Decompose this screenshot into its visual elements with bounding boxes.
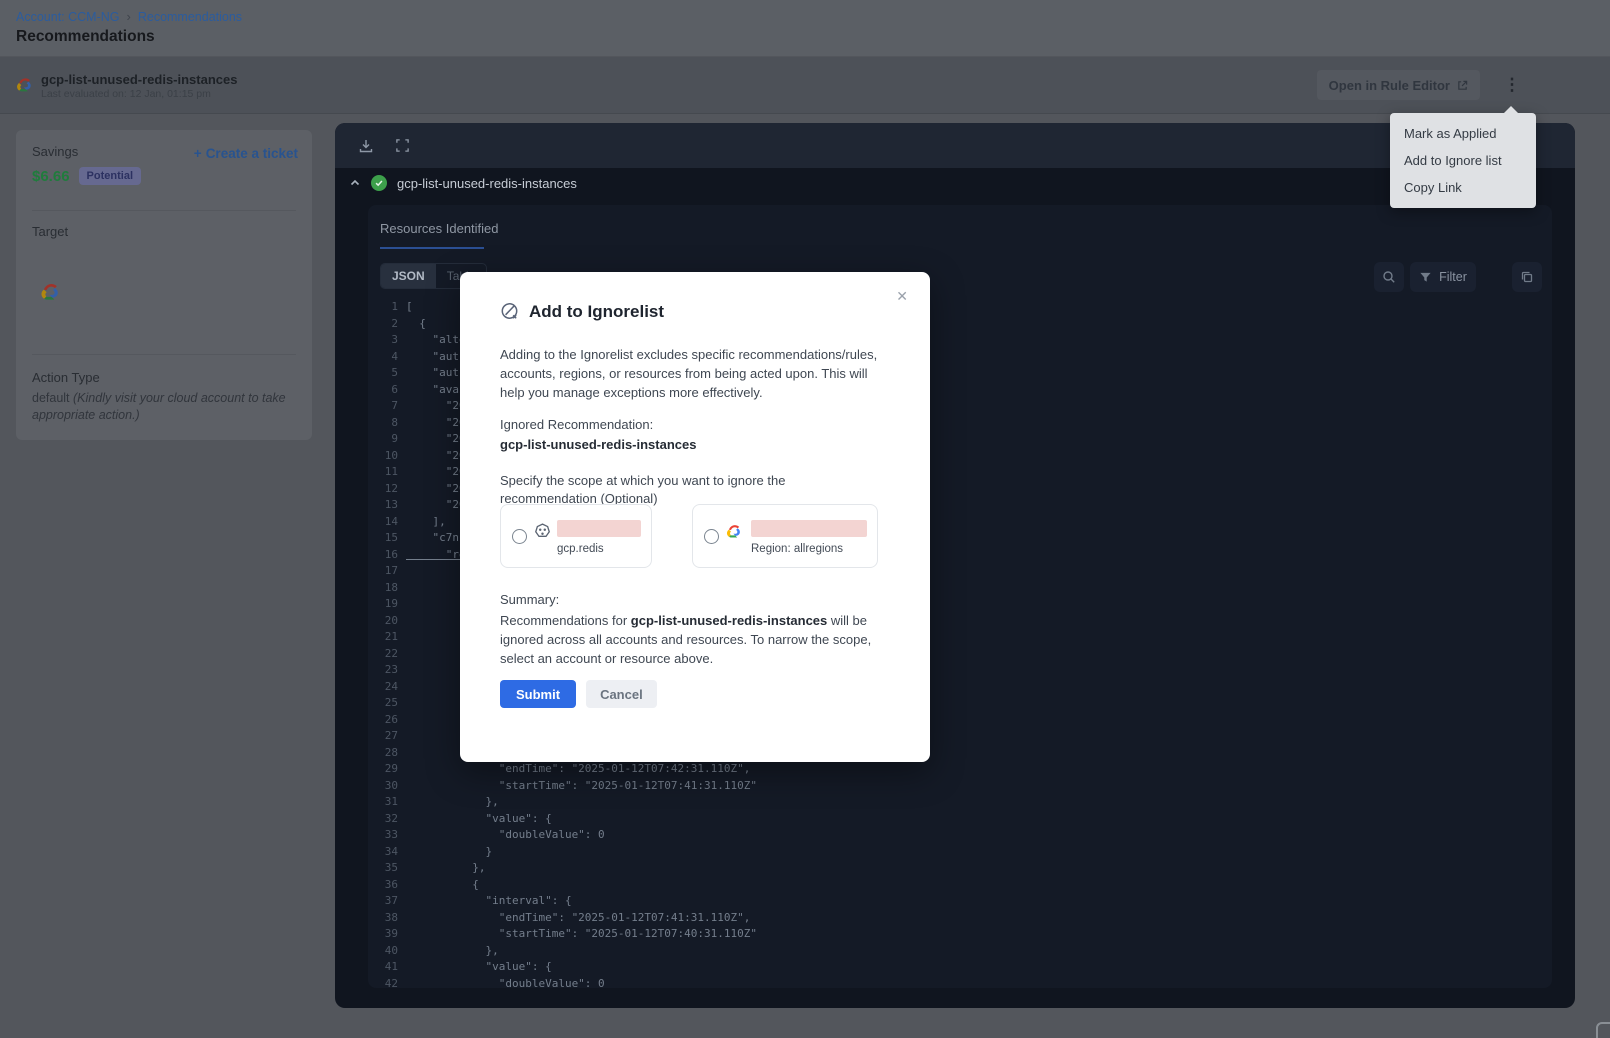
summary-label: Summary: xyxy=(500,592,559,607)
add-to-ignorelist-modal: ✕ Add to Ignorelist Adding to the Ignore… xyxy=(460,272,930,762)
active-tab-underline xyxy=(380,247,484,249)
scope-label: Specify the scope at which you want to i… xyxy=(500,472,882,507)
code-line: 31 }, xyxy=(368,794,1552,811)
recommendation-summary-card: Savings +Create a ticket $6.66 Potential… xyxy=(16,130,312,440)
code-line: 41 "value": { xyxy=(368,959,1552,976)
code-line: 35 }, xyxy=(368,860,1552,877)
gcp-cloud-icon xyxy=(15,75,35,95)
edge-partial-icon xyxy=(1596,1022,1610,1038)
ignore-icon xyxy=(500,302,520,322)
modal-description: Adding to the Ignorelist excludes specif… xyxy=(500,345,892,402)
cancel-button[interactable]: Cancel xyxy=(586,680,657,708)
scope-option-label: gcp.redis xyxy=(557,543,604,555)
breadcrumb-recommendations-link[interactable]: Recommendations xyxy=(138,10,242,24)
code-line: 29 "endTime": "2025-01-12T07:42:31.110Z"… xyxy=(368,761,1552,778)
panel-toolbar xyxy=(335,123,1575,168)
menu-item-copy-link[interactable]: Copy Link xyxy=(1390,174,1536,201)
ignored-recommendation-value: gcp-list-unused-redis-instances xyxy=(500,437,696,452)
gcp-cloud-icon xyxy=(39,280,63,304)
action-type-label: Action Type xyxy=(32,370,100,385)
page-title: Recommendations xyxy=(16,28,155,46)
resource-nodes-icon xyxy=(533,522,552,541)
context-menu: Mark as Applied Add to Ignore list Copy … xyxy=(1390,113,1536,208)
ignored-recommendation-label: Ignored Recommendation: xyxy=(500,417,653,432)
code-line: 30 "startTime": "2025-01-12T07:41:31.110… xyxy=(368,778,1552,795)
scope-option-label: Region: allregions xyxy=(751,543,843,555)
recommendation-header: gcp-list-unused-redis-instances Last eva… xyxy=(0,57,1610,114)
copy-icon[interactable] xyxy=(1512,262,1542,292)
savings-value: $6.66 xyxy=(32,168,70,185)
code-line: 38 "endTime": "2025-01-12T07:41:31.110Z"… xyxy=(368,910,1552,927)
menu-item-mark-as-applied[interactable]: Mark as Applied xyxy=(1390,120,1536,147)
external-link-icon xyxy=(1457,80,1468,91)
plus-icon: + xyxy=(194,146,202,161)
savings-label: Savings xyxy=(32,144,78,159)
action-type-note: (Kindly visit your cloud account to take… xyxy=(32,391,286,422)
collapse-chevron-icon[interactable] xyxy=(349,177,361,189)
summary-text: Recommendations for gcp-list-unused-redi… xyxy=(500,612,900,669)
panel-recommendation-title: gcp-list-unused-redis-instances xyxy=(397,176,577,191)
create-ticket-button[interactable]: +Create a ticket xyxy=(194,146,298,161)
top-bar: Account: CCM-NG › Recommendations Recommen… xyxy=(0,0,1610,56)
code-line: 34 } xyxy=(368,844,1552,861)
savings-potential-badge: Potential xyxy=(79,167,141,185)
gcp-cloud-icon xyxy=(725,522,744,541)
code-line: 40 }, xyxy=(368,943,1552,960)
menu-item-add-to-ignore-list[interactable]: Add to Ignore list xyxy=(1390,147,1536,174)
breadcrumb-account-link[interactable]: Account: CCM-NG xyxy=(16,10,120,24)
filter-button[interactable]: Filter xyxy=(1410,262,1476,292)
redacted-resource-id xyxy=(557,520,641,537)
fullscreen-icon[interactable] xyxy=(393,137,411,155)
action-type-value: default (Kindly visit your cloud account… xyxy=(32,390,290,424)
close-icon[interactable]: ✕ xyxy=(896,288,908,305)
view-tab-json[interactable]: JSON xyxy=(381,264,436,288)
tab-resources-identified[interactable]: Resources Identified xyxy=(380,221,499,236)
search-button[interactable] xyxy=(1374,262,1404,292)
modal-title: Add to Ignorelist xyxy=(529,302,664,322)
target-label: Target xyxy=(32,224,68,239)
code-line: 42 "doubleValue": 0 xyxy=(368,976,1552,989)
recommendation-name: gcp-list-unused-redis-instances xyxy=(41,72,237,87)
success-check-icon xyxy=(371,175,387,191)
breadcrumb: Account: CCM-NG › Recommendations xyxy=(16,9,242,24)
last-evaluated-text: Last evaluated on: 12 Jan, 01:15 pm xyxy=(41,88,211,100)
download-icon[interactable] xyxy=(357,137,375,155)
code-line: 32 "value": { xyxy=(368,811,1552,828)
redacted-account-id xyxy=(751,520,867,537)
scope-option-region[interactable]: Region: allregions xyxy=(692,504,878,568)
kebab-menu-icon[interactable]: ⋮ xyxy=(1498,71,1526,99)
code-line: 33 "doubleValue": 0 xyxy=(368,827,1552,844)
open-rule-editor-button[interactable]: Open in Rule Editor xyxy=(1317,70,1480,100)
radio-resource[interactable] xyxy=(512,529,527,544)
code-line: 36 { xyxy=(368,877,1552,894)
code-line: 39 "startTime": "2025-01-12T07:40:31.110… xyxy=(368,926,1552,943)
divider xyxy=(32,210,296,211)
radio-region[interactable] xyxy=(704,529,719,544)
scope-option-resource[interactable]: gcp.redis xyxy=(500,504,652,568)
submit-button[interactable]: Submit xyxy=(500,680,576,708)
filter-icon xyxy=(1419,271,1432,284)
code-line: 37 "interval": { xyxy=(368,893,1552,910)
divider xyxy=(32,354,296,355)
breadcrumb-separator-icon: › xyxy=(127,9,131,24)
